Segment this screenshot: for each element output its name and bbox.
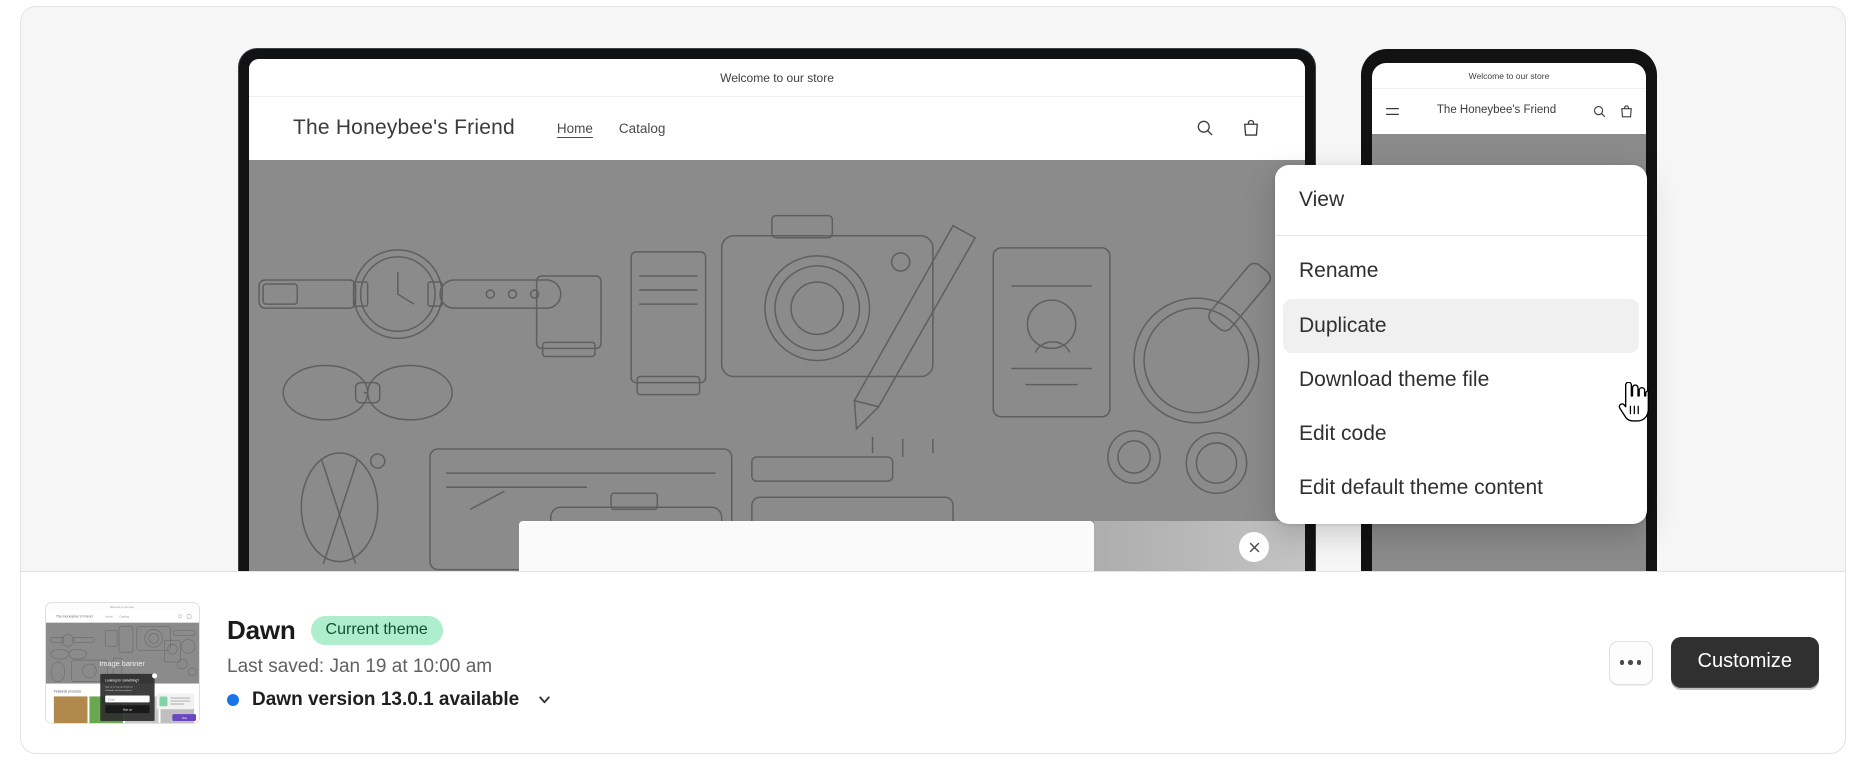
- customize-button[interactable]: Customize: [1670, 637, 1819, 688]
- dot-2: [1628, 660, 1633, 665]
- svg-text:Welcome to our store: Welcome to our store: [110, 604, 135, 608]
- svg-text:Home: Home: [105, 614, 113, 618]
- action-buttons: Customize: [1608, 637, 1819, 688]
- menu-item-view[interactable]: View: [1283, 173, 1639, 227]
- svg-text:Chat: Chat: [182, 717, 187, 720]
- svg-text:Looking for something?: Looking for something?: [105, 678, 139, 682]
- dot-1: [1619, 660, 1625, 665]
- theme-detail-page: Welcome to our store The Honeybee's Frie…: [0, 0, 1866, 782]
- update-available-dot: [227, 693, 239, 706]
- desktop-preview-device: Welcome to our store The Honeybee's Frie…: [239, 49, 1315, 571]
- mobile-announcement-bar: Welcome to our store: [1372, 63, 1646, 89]
- storefront-nav: Home Catalog: [557, 121, 666, 136]
- close-icon[interactable]: [1239, 532, 1269, 562]
- version-notice-text: Dawn version 13.0.1 available: [252, 688, 520, 710]
- announcement-text: Welcome to our store: [720, 70, 834, 85]
- svg-text:Email: Email: [108, 697, 115, 701]
- menu-icon[interactable]: [1384, 103, 1401, 120]
- svg-text:Sign up: Sign up: [123, 707, 133, 711]
- menu-item-edit-default-theme-content[interactable]: Edit default theme content: [1283, 461, 1639, 515]
- svg-text:Featured products: Featured products: [54, 689, 82, 693]
- mobile-store-name: The Honeybee's Friend: [1436, 104, 1557, 117]
- storefront-popup: [519, 521, 1094, 571]
- mobile-storefront-icons: [1592, 104, 1634, 119]
- menu-item-download-theme-file[interactable]: Download theme file: [1283, 353, 1639, 407]
- chevron-down-icon[interactable]: [536, 691, 553, 708]
- svg-text:The Honeybee's Friend: The Honeybee's Friend: [56, 614, 93, 618]
- storefront-icons: [1195, 118, 1261, 138]
- theme-actions-menu: View Rename Duplicate Download theme fil…: [1275, 165, 1647, 524]
- last-saved-text: Last saved: Jan 19 at 10:00 am: [227, 655, 493, 677]
- svg-text:all details and new products: all details and new products: [105, 689, 132, 692]
- storefront-popup-image: [1094, 521, 1305, 571]
- search-icon[interactable]: [1592, 104, 1607, 119]
- svg-text:Catalog: Catalog: [119, 614, 130, 618]
- announcement-bar: Welcome to our store: [249, 59, 1305, 97]
- nav-link-catalog[interactable]: Catalog: [619, 121, 666, 136]
- mobile-storefront-header: The Honeybee's Friend: [1372, 89, 1646, 133]
- hero-banner-placeholder: [249, 160, 1305, 571]
- cart-icon[interactable]: [1241, 118, 1261, 138]
- mobile-announcement-text: Welcome to our store: [1468, 70, 1550, 81]
- theme-info-bar: Welcome to our store The Honeybee's Frie…: [20, 572, 1846, 754]
- theme-name: Dawn: [227, 614, 296, 645]
- desktop-preview-screen: Welcome to our store The Honeybee's Frie…: [249, 59, 1305, 571]
- nav-link-home[interactable]: Home: [557, 121, 593, 136]
- search-icon[interactable]: [1195, 118, 1215, 138]
- storefront-header: The Honeybee's Friend Home Catalog: [249, 97, 1305, 159]
- theme-info: Dawn Current theme Last saved: Jan 19 at…: [227, 615, 553, 711]
- svg-text:Sign up to stay up to date on: Sign up to stay up to date on: [105, 685, 133, 688]
- menu-item-rename[interactable]: Rename: [1283, 244, 1639, 298]
- menu-item-edit-code[interactable]: Edit code: [1283, 407, 1639, 461]
- menu-separator: [1275, 235, 1647, 237]
- version-notice-row[interactable]: Dawn version 13.0.1 available: [227, 689, 553, 711]
- svg-text:Image banner: Image banner: [99, 658, 145, 667]
- dot-3: [1636, 660, 1642, 665]
- more-actions-button[interactable]: [1608, 640, 1653, 685]
- cart-icon[interactable]: [1619, 104, 1634, 119]
- status-badge: Current theme: [310, 615, 443, 645]
- store-name: The Honeybee's Friend: [293, 116, 515, 139]
- theme-title-row: Dawn Current theme: [227, 615, 553, 646]
- theme-thumbnail: Welcome to our store The Honeybee's Frie…: [45, 601, 200, 724]
- menu-item-duplicate[interactable]: Duplicate: [1283, 298, 1639, 353]
- hero-illustration: [249, 160, 1305, 571]
